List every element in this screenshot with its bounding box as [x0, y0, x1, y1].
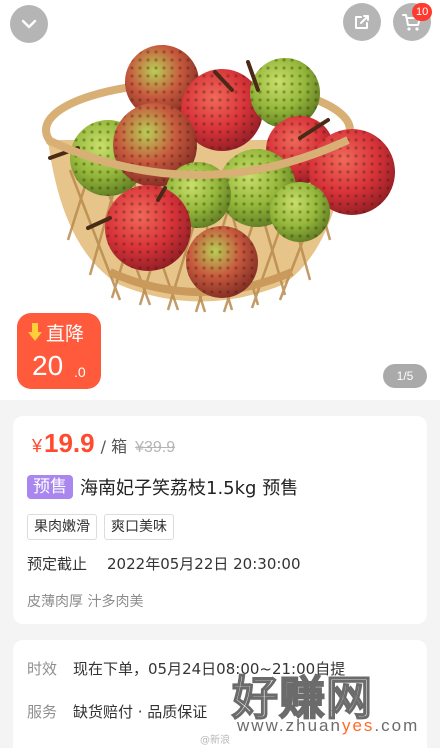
- product-gallery[interactable]: 10 直降 20 .0 1/5: [0, 0, 440, 400]
- original-price: ¥39.9: [135, 439, 176, 456]
- preorder-deadline: 预定截止 2022年05月22日 20:30:00: [27, 553, 301, 574]
- image-pager: 1/5: [383, 364, 427, 388]
- share-button[interactable]: [343, 3, 381, 41]
- feature-tag: 爽口美味: [104, 514, 174, 540]
- product-info-card: ¥ 19.9 / 箱 ¥39.9 预售 海南妃子笑荔枝1.5kg 预售 果肉嫩滑…: [13, 416, 427, 624]
- service-value: 缺货赔付 · 品质保证: [73, 703, 208, 721]
- service-key: 时效: [27, 660, 58, 678]
- presale-tag: 预售: [27, 475, 73, 499]
- service-key: 服务: [27, 703, 58, 721]
- current-price: 19.9: [44, 428, 95, 458]
- product-detail-page: 10 直降 20 .0 1/5 ¥ 19.9 / 箱 ¥39.9 预售 海南妃子…: [0, 0, 440, 748]
- watermark-url-suffix: .com: [374, 716, 420, 735]
- price-unit: / 箱: [100, 437, 128, 456]
- price-drop-badge: 直降 20 .0: [17, 313, 101, 389]
- back-button[interactable]: [10, 5, 48, 43]
- currency-symbol: ¥: [32, 436, 43, 456]
- deadline-value: 2022年05月22日 20:30:00: [107, 555, 301, 573]
- product-title: 海南妃子笑荔枝1.5kg 预售: [80, 478, 299, 499]
- cart-count-badge: 10: [412, 3, 433, 21]
- price-drop-amount: 20: [32, 350, 64, 381]
- watermark-url-prefix: www.zhuan: [237, 716, 342, 735]
- price-drop-label: 直降: [46, 323, 85, 345]
- share-icon: [355, 15, 369, 29]
- price-row: ¥ 19.9 / 箱 ¥39.9: [32, 428, 175, 462]
- feature-tag: 果肉嫩滑: [27, 514, 97, 540]
- watermark-url-highlight: yes: [341, 716, 375, 735]
- deadline-label: 预定截止: [27, 555, 88, 573]
- product-title-row: 预售 海南妃子笑荔枝1.5kg 预售: [27, 474, 298, 500]
- weibo-watermark: @新浪: [200, 735, 230, 746]
- price-drop-decimal: .0: [74, 364, 86, 380]
- product-description: 皮薄肉厚 汁多肉美: [27, 594, 144, 610]
- chevron-down-icon: [21, 19, 37, 29]
- arrow-down-icon: [28, 323, 42, 341]
- guarantee-row: 服务 缺货赔付 · 品质保证: [27, 701, 207, 722]
- feature-tags: 果肉嫩滑 爽口美味: [27, 514, 174, 540]
- watermark-url: www.zhuanyes.com: [237, 716, 419, 736]
